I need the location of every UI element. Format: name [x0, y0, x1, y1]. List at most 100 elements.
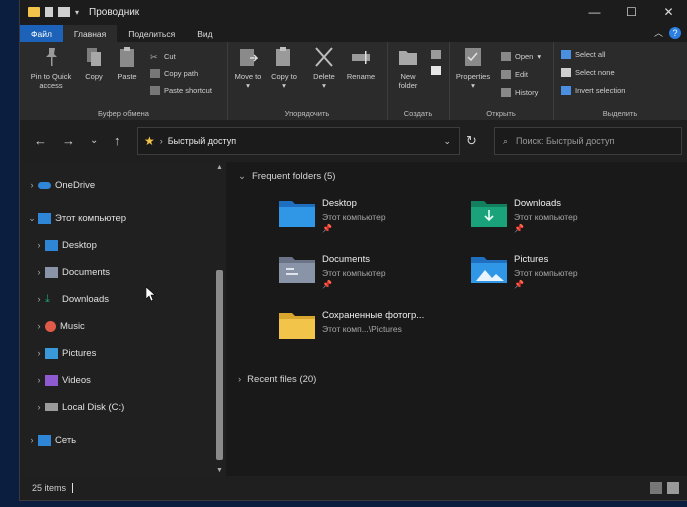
new-folder-icon [399, 51, 417, 65]
music-icon [45, 320, 56, 332]
status-bar: 25 items [20, 476, 687, 500]
pin-icon: 📌 [322, 224, 332, 233]
sidebar-item-local-disk[interactable]: › Local Disk (C:) [33, 397, 125, 417]
sidebar-item-this-pc[interactable]: ⌄ Этот компьютер [26, 208, 126, 228]
refresh-icon[interactable]: ↻ [466, 133, 477, 149]
sidebar-item-videos[interactable]: › Videos [33, 370, 91, 390]
sidebar-item-desktop[interactable]: › Desktop [33, 235, 97, 255]
folder-name: Documents [322, 254, 371, 265]
tab-view[interactable]: Вид [186, 25, 223, 42]
chevron-right-icon[interactable]: › [26, 180, 38, 190]
properties-icon [465, 48, 481, 66]
mouse-cursor-icon [146, 287, 156, 301]
folder-tile-downloads[interactable]: Downloads Этот компьютер 📌 [470, 198, 578, 233]
select-all-button[interactable]: Select all [561, 50, 605, 59]
chevron-down-icon[interactable]: ⌄ [238, 171, 246, 182]
folder-tile-pictures[interactable]: Pictures Этот компьютер 📌 [470, 254, 578, 289]
recent-locations-chevron-icon[interactable]: ⌄ [90, 135, 98, 146]
address-bar[interactable]: ★ › Быстрый доступ ⌄ [137, 127, 460, 155]
chevron-right-icon[interactable]: › [238, 374, 241, 385]
history-button[interactable]: History [501, 88, 538, 97]
chevron-right-icon[interactable]: › [26, 435, 38, 445]
chevron-right-icon[interactable]: › [33, 294, 45, 304]
new-folder-label: New folder [398, 72, 418, 90]
scroll-up-icon[interactable]: ▲ [216, 164, 223, 171]
chevron-right-icon[interactable]: › [33, 375, 45, 385]
chevron-down-icon[interactable]: ⌄ [26, 213, 38, 224]
sidebar-item-label: Pictures [62, 347, 97, 359]
open-label: Open [515, 52, 534, 61]
chevron-right-icon[interactable]: › [33, 402, 45, 412]
minimize-button[interactable]: — [576, 0, 613, 24]
breadcrumb-location[interactable]: Быстрый доступ [168, 136, 236, 146]
copy-path-button[interactable]: Copy path [150, 69, 198, 78]
up-arrow-icon[interactable]: ↑ [114, 133, 121, 148]
forward-arrow-icon[interactable]: → [62, 133, 75, 148]
tab-share[interactable]: Поделиться [117, 25, 186, 42]
frequent-folders-header[interactable]: ⌄ Frequent folders (5) [238, 171, 335, 182]
chevron-right-icon[interactable]: › [33, 348, 45, 358]
pin-icon: 📌 [514, 224, 524, 233]
copy-button[interactable]: Copy [82, 46, 106, 81]
move-to-button[interactable]: Move to ▾ [233, 46, 263, 90]
sidebar-item-pictures[interactable]: › Pictures [33, 343, 96, 363]
edit-label: Edit [515, 70, 528, 79]
sidebar-item-downloads[interactable]: › ⤓ Downloads [33, 289, 110, 309]
sidebar-item-music[interactable]: › Music [33, 316, 85, 336]
window-controls: — ☐ ✕ [576, 0, 687, 24]
maximize-button[interactable]: ☐ [613, 0, 650, 24]
navigation-bar: ← → ⌄ ↑ ★ › Быстрый доступ ⌄ ↻ ⌕ Поиск: … [20, 120, 687, 162]
details-view-icon[interactable] [650, 482, 662, 494]
large-icons-view-icon[interactable] [667, 482, 679, 494]
easy-access-icon[interactable] [431, 66, 441, 75]
tab-home[interactable]: Главная [62, 25, 118, 42]
clipboard-group-label: Буфер обмена [98, 109, 149, 118]
network-icon [38, 434, 51, 446]
recent-files-header[interactable]: › Recent files (20) [238, 374, 316, 385]
chevron-down-icon[interactable]: ▾ [75, 8, 79, 17]
back-arrow-icon[interactable]: ← [34, 133, 47, 148]
select-none-button[interactable]: Select none [561, 68, 615, 77]
copy-path-icon [150, 69, 160, 78]
edit-button[interactable]: Edit [501, 70, 528, 79]
open-button[interactable]: Open ▾ [501, 52, 541, 61]
address-dropdown-icon[interactable]: ⌄ [443, 136, 451, 147]
new-folder-button[interactable]: New folder [391, 46, 425, 90]
tab-file[interactable]: Файл [20, 25, 63, 42]
sidebar-item-documents[interactable]: › Documents [33, 262, 110, 282]
cloud-icon [38, 181, 51, 189]
navigation-pane-scrollbar[interactable]: ▲ ▼ [214, 162, 226, 476]
paste-shortcut-button[interactable]: Paste shortcut [150, 86, 212, 95]
chevron-right-icon[interactable]: › [33, 321, 45, 331]
chevron-right-icon[interactable]: › [33, 267, 45, 277]
move-to-label: Move to [234, 72, 262, 81]
chevron-down-icon: ▾ [537, 52, 542, 61]
chevron-right-icon[interactable]: › [33, 240, 45, 250]
search-input[interactable]: ⌕ Поиск: Быстрый доступ [494, 127, 682, 155]
paste-button[interactable]: Paste [114, 46, 140, 81]
scroll-down-icon[interactable]: ▼ [216, 467, 223, 474]
help-icon[interactable]: ? [669, 26, 681, 39]
folder-tile-saved-photos[interactable]: Сохраненные фотогр... Этот комп...\Pictu… [278, 310, 424, 340]
pin-quick-access-button[interactable]: Pin to Quick access [24, 46, 78, 90]
rename-button[interactable]: Rename [343, 46, 379, 81]
properties-quick-icon[interactable] [45, 7, 53, 17]
close-button[interactable]: ✕ [650, 0, 687, 24]
create-group: New folder Создать [387, 42, 450, 120]
copy-path-label: Copy path [164, 69, 199, 78]
cut-button[interactable]: ✂ Cut [150, 52, 176, 62]
sidebar-item-onedrive[interactable]: › OneDrive [26, 175, 96, 195]
properties-button[interactable]: Properties ▾ [453, 46, 493, 90]
invert-selection-button[interactable]: Invert selection [561, 86, 625, 95]
explorer-window: ▾ Проводник — ☐ ✕ Файл Главная Поделитьс… [20, 0, 687, 500]
new-item-icon[interactable] [431, 50, 441, 59]
new-folder-quick-icon[interactable] [58, 7, 70, 17]
pictures-folder-icon [471, 257, 507, 283]
sidebar-item-network[interactable]: › Сеть [26, 430, 76, 450]
folder-tile-desktop[interactable]: Desktop Этот компьютер 📌 [278, 198, 386, 233]
folder-tile-documents[interactable]: Documents Этот компьютер 📌 [278, 254, 386, 289]
copy-to-button[interactable]: Copy to ▾ [269, 46, 299, 90]
collapse-ribbon-icon[interactable]: ︿ [654, 26, 663, 39]
delete-button[interactable]: Delete ▾ [309, 46, 339, 90]
scrollbar-thumb[interactable] [216, 270, 223, 460]
